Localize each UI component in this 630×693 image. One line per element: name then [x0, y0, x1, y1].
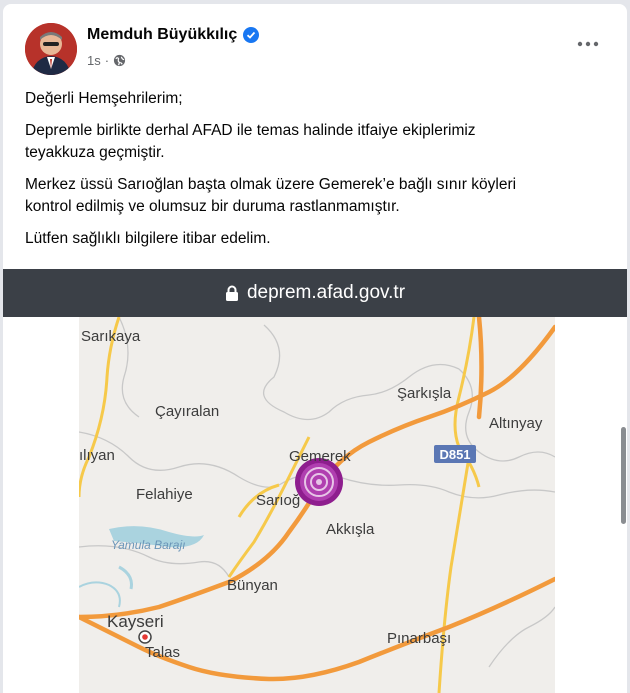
map-label-sarioglan: Sarıoğ: [256, 492, 300, 509]
map-label-talas: Talas: [145, 644, 180, 661]
map-label-akkisla: Akkışla: [326, 521, 375, 538]
avatar-image: [25, 23, 77, 75]
author-name[interactable]: Memduh Büyükkılıç: [87, 26, 237, 44]
post-paragraph: Değerli Hemşehrilerim;: [25, 90, 183, 107]
post-card: Memduh Büyükkılıç 1s · Değerli Hemşehril…: [3, 4, 627, 693]
map-label-yamula: Yamula Barajı: [111, 538, 185, 552]
map-label-pinarbasi: Pınarbaşı: [387, 630, 451, 647]
meta-separator: ·: [104, 53, 110, 68]
post-timestamp[interactable]: 1s: [87, 53, 101, 68]
post-paragraph: Lütfen sağlıklı bilgilere itibar edelim.: [25, 230, 271, 247]
map-label-cayiralan: Çayıralan: [155, 403, 219, 420]
author-name-row: Memduh Büyükkılıç: [87, 26, 260, 44]
post-body: Değerli Hemşehrilerim; Depremle birlikte…: [25, 88, 615, 260]
epicenter-marker: [295, 458, 343, 506]
map-label-bunyan: Bünyan: [227, 577, 278, 594]
lock-icon: [225, 285, 238, 301]
map-label-altinyayla: Altınyay: [489, 415, 543, 432]
city-marker: [138, 630, 152, 644]
epicenter-map-image[interactable]: D851 Sarıkaya Çayıralan Şarkışla Altınya…: [79, 317, 555, 693]
more-options-button[interactable]: [571, 34, 605, 54]
map-label-gemerek: Gemerek: [289, 448, 351, 465]
more-options-icon: [577, 41, 599, 47]
map-label-sarikaya: Sarıkaya: [81, 328, 141, 345]
scrollbar-thumb[interactable]: [621, 427, 626, 524]
post-paragraph: Merkez üssü Sarıoğlan başta olmak üzere …: [25, 176, 517, 215]
map-label-felahiye: Felahiye: [136, 486, 193, 503]
globe-icon: [114, 54, 126, 67]
map-label-sarkisla: Şarkışla: [397, 385, 452, 402]
map-label-partial: ılıyan: [79, 447, 115, 464]
map-canvas: D851 Sarıkaya Çayıralan Şarkışla Altınya…: [79, 317, 555, 693]
screenshot-url: deprem.afad.gov.tr: [246, 282, 406, 303]
author-avatar[interactable]: [25, 23, 77, 75]
post-meta: 1s ·: [87, 53, 126, 68]
verified-badge-icon: [243, 27, 260, 43]
screenshot-url-bar: deprem.afad.gov.tr: [3, 269, 627, 317]
map-label-kayseri: Kayseri: [107, 612, 164, 631]
post-paragraph: Depremle birlikte derhal AFAD ile temas …: [25, 122, 476, 161]
road-label: D851: [439, 447, 470, 462]
